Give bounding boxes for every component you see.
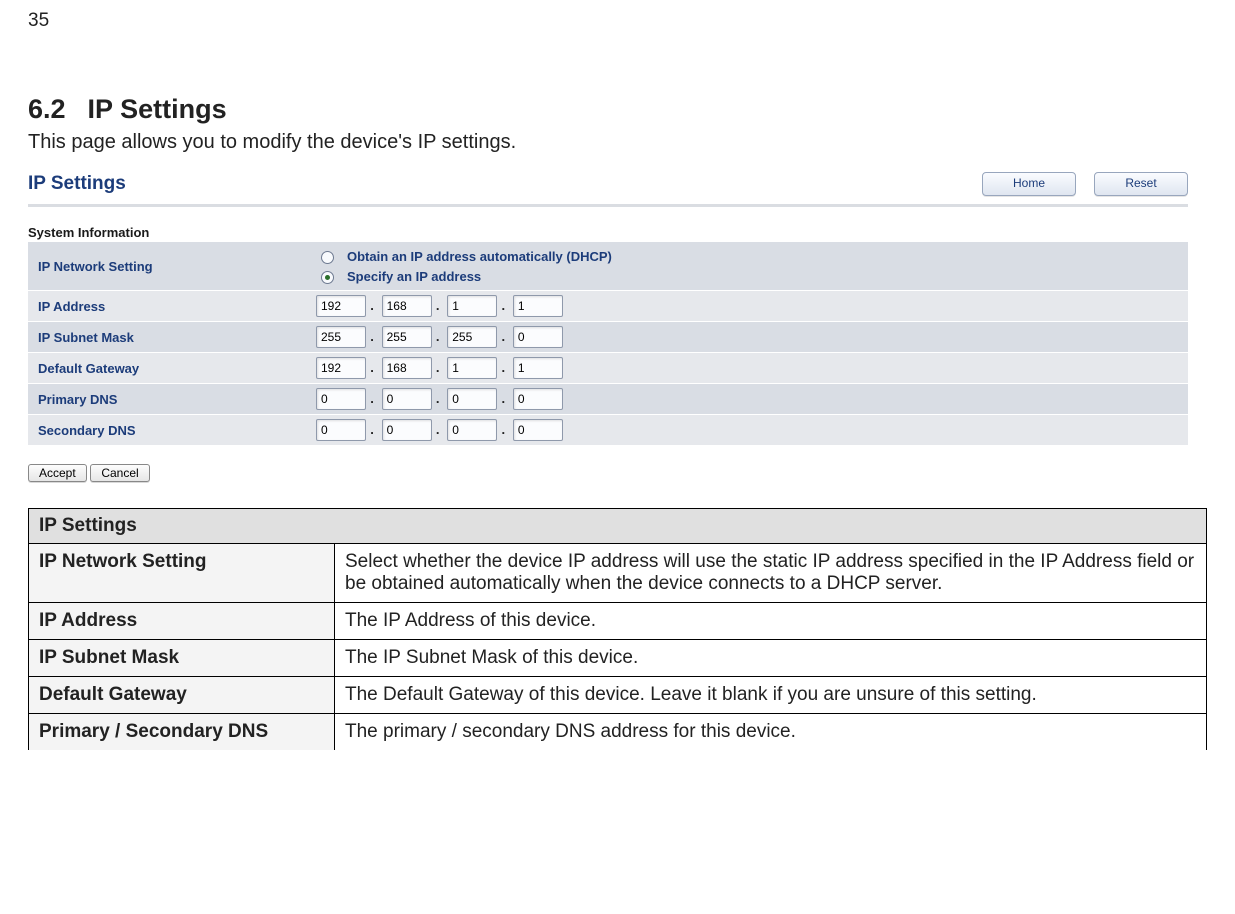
pdns-octet-1[interactable] [316, 388, 366, 410]
ip-settings-panel: IP Settings Home Reset System Informatio… [28, 172, 1188, 482]
secondary-dns-label: Secondary DNS [28, 415, 308, 446]
settings-form-table: IP Network Setting Obtain an IP address … [28, 242, 1188, 446]
radio-static-label: Specify an IP address [347, 269, 481, 284]
pdns-octet-3[interactable] [447, 388, 497, 410]
subnet-octet-4[interactable] [513, 326, 563, 348]
section-title: IP Settings [88, 94, 227, 124]
table-row: IP Subnet Mask The IP Subnet Mask of thi… [29, 640, 1207, 677]
ip-settings-doc-table: IP Settings IP Network Setting Select wh… [28, 508, 1207, 750]
section-intro: This page allows you to modify the devic… [28, 131, 1207, 154]
gateway-octet-2[interactable] [382, 357, 432, 379]
secondary-dns-value: . . . [308, 415, 1188, 446]
doc-desc: The IP Subnet Mask of this device. [335, 640, 1207, 677]
cancel-button[interactable]: Cancel [90, 464, 149, 482]
home-button[interactable]: Home [982, 172, 1076, 196]
default-gateway-value: . . . [308, 353, 1188, 384]
subnet-octet-3[interactable] [447, 326, 497, 348]
doc-desc: Select whether the device IP address wil… [335, 544, 1207, 603]
radio-dhcp-label: Obtain an IP address automatically (DHCP… [347, 249, 612, 264]
ip-address-octet-2[interactable] [382, 295, 432, 317]
gateway-octet-3[interactable] [447, 357, 497, 379]
pdns-octet-2[interactable] [382, 388, 432, 410]
page-number: 35 [28, 10, 1207, 32]
sdns-octet-1[interactable] [316, 419, 366, 441]
doc-desc: The Default Gateway of this device. Leav… [335, 677, 1207, 714]
table-row: Default Gateway The Default Gateway of t… [29, 677, 1207, 714]
ip-address-octet-4[interactable] [513, 295, 563, 317]
divider [28, 204, 1188, 207]
subnet-octet-1[interactable] [316, 326, 366, 348]
reset-button[interactable]: Reset [1094, 172, 1188, 196]
section-number: 6.2 [28, 94, 66, 125]
system-information-heading: System Information [28, 225, 1188, 240]
pdns-octet-4[interactable] [513, 388, 563, 410]
accept-button[interactable]: Accept [28, 464, 87, 482]
ip-address-value: . . . [308, 291, 1188, 322]
doc-term: IP Subnet Mask [29, 640, 335, 677]
table-row: Primary / Secondary DNS The primary / se… [29, 714, 1207, 751]
ip-network-setting-label: IP Network Setting [28, 242, 308, 291]
panel-title: IP Settings [28, 173, 126, 195]
table-row: IP Address The IP Address of this device… [29, 603, 1207, 640]
doc-term: Default Gateway [29, 677, 335, 714]
subnet-mask-label: IP Subnet Mask [28, 322, 308, 353]
doc-term: IP Network Setting [29, 544, 335, 603]
doc-desc: The IP Address of this device. [335, 603, 1207, 640]
ip-address-octet-3[interactable] [447, 295, 497, 317]
sdns-octet-4[interactable] [513, 419, 563, 441]
radio-dhcp[interactable] [321, 251, 334, 264]
gateway-octet-4[interactable] [513, 357, 563, 379]
doc-term: Primary / Secondary DNS [29, 714, 335, 751]
primary-dns-label: Primary DNS [28, 384, 308, 415]
doc-table-banner: IP Settings [29, 509, 1207, 544]
section-heading: 6.2 IP Settings [28, 94, 1207, 125]
gateway-octet-1[interactable] [316, 357, 366, 379]
table-row: IP Network Setting Select whether the de… [29, 544, 1207, 603]
ip-address-label: IP Address [28, 291, 308, 322]
primary-dns-value: . . . [308, 384, 1188, 415]
doc-desc: The primary / secondary DNS address for … [335, 714, 1207, 751]
sdns-octet-2[interactable] [382, 419, 432, 441]
ip-address-octet-1[interactable] [316, 295, 366, 317]
doc-term: IP Address [29, 603, 335, 640]
radio-static[interactable] [321, 271, 334, 284]
subnet-octet-2[interactable] [382, 326, 432, 348]
subnet-mask-value: . . . [308, 322, 1188, 353]
sdns-octet-3[interactable] [447, 419, 497, 441]
default-gateway-label: Default Gateway [28, 353, 308, 384]
